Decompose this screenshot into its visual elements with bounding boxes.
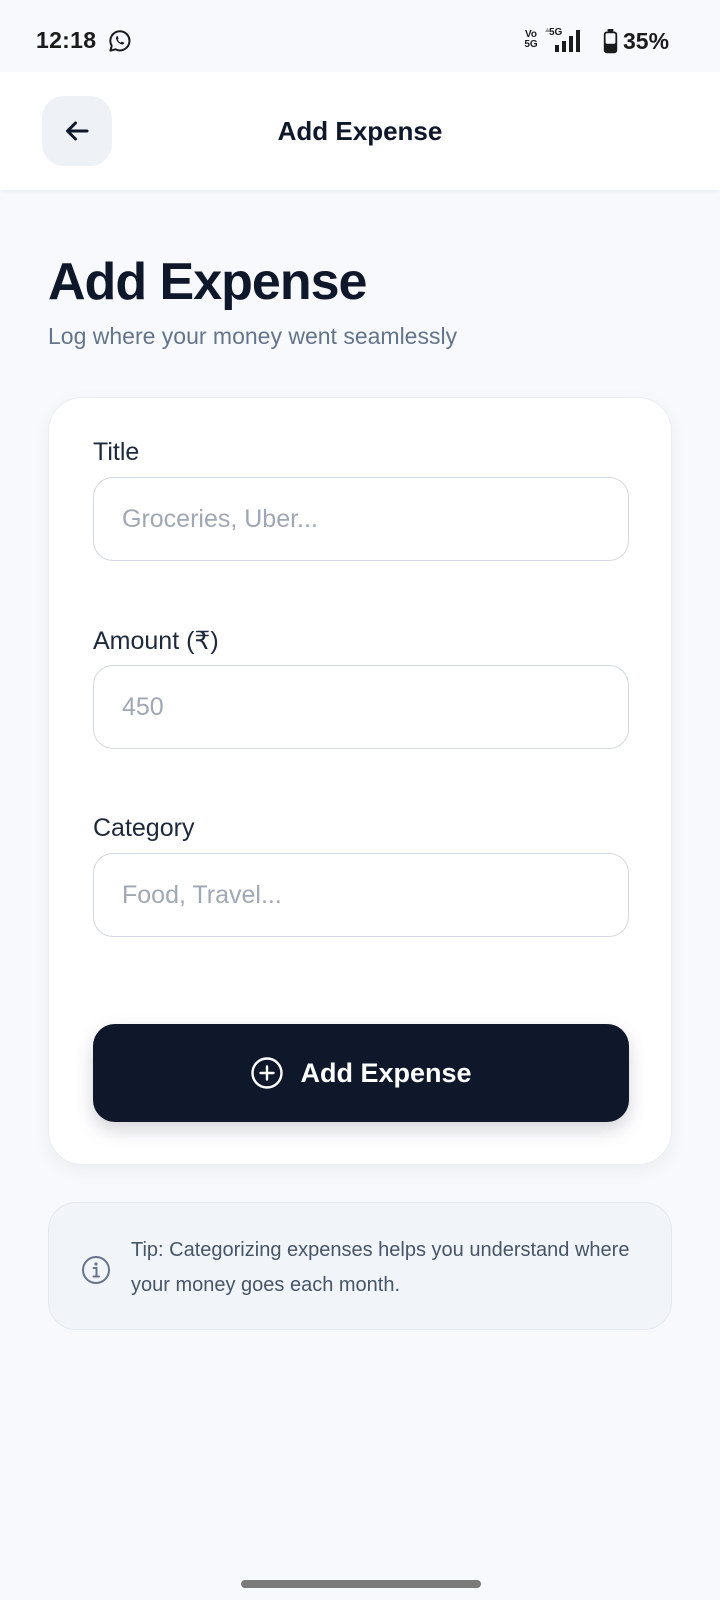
page-subtitle: Log where your money went seamlessly bbox=[48, 323, 458, 349]
signal-icon: 5G bbox=[545, 26, 595, 54]
network-type: 5G bbox=[549, 27, 563, 38]
volte-line-2: 5G bbox=[524, 39, 538, 50]
status-time: 12:18 bbox=[36, 27, 97, 53]
amount-label: Amount (₹) bbox=[93, 627, 219, 655]
category-input[interactable] bbox=[93, 853, 629, 937]
page-title: Add Expense bbox=[48, 253, 367, 311]
gesture-navigation-bar[interactable] bbox=[241, 1580, 481, 1588]
tip-text: Tip: Categorizing expenses helps you und… bbox=[131, 1239, 630, 1296]
category-label: Category bbox=[93, 814, 195, 842]
expense-form-card: Title Amount (₹) Category Add Expense bbox=[48, 397, 672, 1165]
volte-indicator: Vo 5G bbox=[523, 30, 539, 54]
app-header: Add Expense bbox=[0, 72, 720, 190]
status-bar: 12:18 Vo 5G 5G 35% bbox=[0, 0, 720, 72]
battery-icon bbox=[603, 29, 618, 54]
header-title: Add Expense bbox=[277, 116, 443, 146]
add-expense-button-label: Add Expense bbox=[300, 1057, 472, 1088]
tip-box: Tip: Categorizing expenses helps you und… bbox=[48, 1202, 672, 1330]
title-label: Title bbox=[93, 438, 140, 466]
title-input[interactable] bbox=[93, 477, 629, 561]
plus-circle-icon bbox=[251, 1057, 284, 1089]
whatsapp-icon bbox=[108, 29, 132, 53]
add-expense-button[interactable]: Add Expense bbox=[93, 1024, 629, 1122]
battery-percent: 35% bbox=[623, 28, 670, 54]
info-icon bbox=[82, 1256, 110, 1284]
amount-input[interactable] bbox=[93, 665, 629, 749]
